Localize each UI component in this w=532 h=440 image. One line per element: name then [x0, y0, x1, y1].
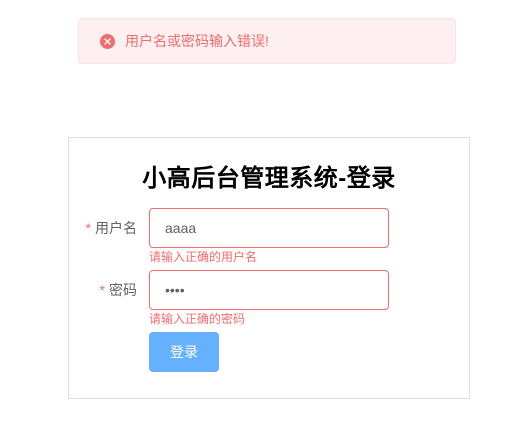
- username-input[interactable]: [149, 208, 389, 248]
- login-page: 用户名或密码输入错误! 小高后台管理系统-登录 *用户名 请输入正确的用户名 *…: [0, 0, 532, 440]
- username-error: 请输入正确的用户名: [149, 250, 258, 264]
- password-label-text: 密码: [109, 282, 137, 298]
- page-title: 小高后台管理系统-登录: [142, 165, 396, 192]
- password-input[interactable]: [149, 270, 389, 310]
- login-button[interactable]: 登录: [149, 332, 219, 372]
- password-error: 请输入正确的密码: [149, 312, 246, 326]
- error-message: 用户名或密码输入错误!: [78, 18, 456, 64]
- required-mark: *: [85, 220, 91, 236]
- password-label: * 密码: [100, 270, 137, 310]
- password-form-item: *密码 请输入正确的密码: [69, 270, 469, 325]
- circle-close-icon: [100, 33, 115, 49]
- required-mark: *: [99, 282, 105, 298]
- error-message-text: 用户名或密码输入错误!: [125, 33, 269, 49]
- username-label-text: 用户名: [95, 220, 137, 236]
- username-label: * 用户名: [86, 208, 137, 248]
- username-form-item: *用户名 请输入正确的用户名: [69, 208, 469, 263]
- login-card: 小高后台管理系统-登录 *用户名 请输入正确的用户名 *密码 请输入正确的密码 …: [68, 137, 470, 399]
